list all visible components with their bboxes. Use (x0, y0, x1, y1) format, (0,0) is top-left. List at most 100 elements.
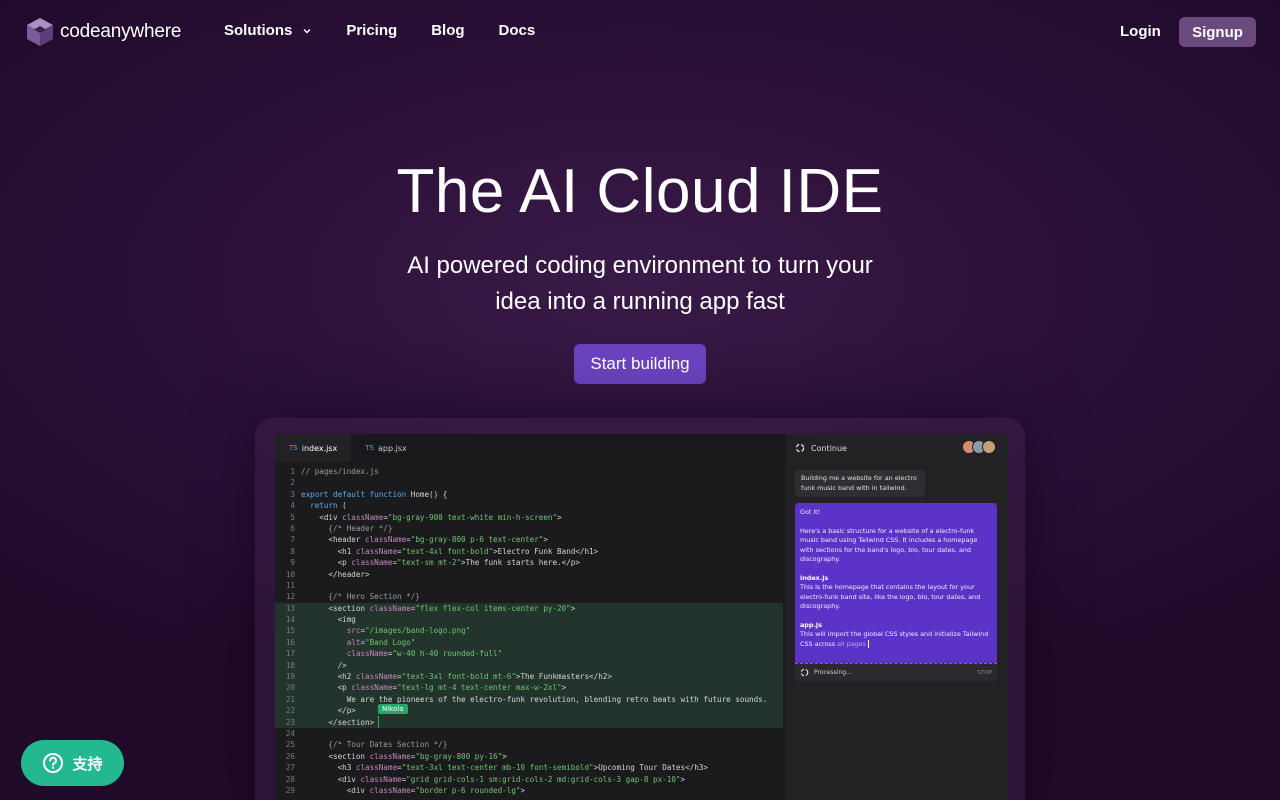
code-area[interactable]: 1 // pages/index.js 2 3 export default funct… (275, 462, 785, 796)
chevron-down-icon (303, 28, 311, 33)
file-name: index.js (800, 573, 829, 582)
line-number: 26 (285, 751, 295, 761)
code-text: src="/images/band-logo.png" (346, 626, 471, 636)
line-number: 14 (285, 615, 295, 625)
spinner-icon (800, 668, 809, 677)
code-line: 23 </section> (275, 716, 783, 728)
code-line: 22 </p> (275, 705, 783, 717)
file-description: This will import the global CSS styles a… (800, 630, 989, 648)
code-text: <h3 className="text-3xl text-center mb-1… (301, 763, 708, 773)
help-icon (43, 753, 64, 773)
code-line: 10 </header> (275, 569, 785, 580)
line-number: 12 (285, 592, 295, 602)
line-number: 11 (285, 580, 295, 590)
code-line: 26 <section className="bg-gray-800 py-16… (275, 751, 785, 762)
line-number: 3 (290, 489, 295, 499)
code-line: 6 {/* Header */} (275, 523, 785, 534)
code-text: export default function Home() { (301, 489, 448, 499)
code-editor: TS index.jsx TS app.jsx 1 // pages/index.… (275, 434, 785, 800)
code-line: 28 <div className="grid grid-cols-1 sm:g… (275, 774, 785, 785)
line-number: 9 (290, 558, 295, 568)
line-number: 10 (285, 569, 295, 579)
line-number: 29 (285, 785, 295, 795)
code-line: 1 // pages/index.js (275, 466, 785, 477)
code-line: 29 <div className="border p-6 rounded-lg… (275, 785, 785, 796)
collaborator-cursor-label: Nikola (378, 704, 408, 714)
line-number: 1 (290, 467, 295, 476)
code-text: We are the pioneers of the electro-funk … (301, 694, 768, 704)
code-line: 8 <h1 className="text-4xl font-bold">Ele… (275, 546, 785, 557)
code-text: <p className="text-sm mt-2">The funk sta… (301, 558, 580, 568)
line-number: 23 (285, 717, 295, 727)
code-line: 12 {/* Hero Section */} (275, 591, 785, 602)
code-text: <section className="flex flex-col items-… (301, 603, 576, 613)
code-text: {/* Hero Section */} (301, 592, 420, 602)
code-line: 20 <p className="text-lg mt-4 text-cente… (275, 682, 783, 694)
typescript-icon: TS (289, 444, 298, 452)
typescript-icon: TS (365, 444, 375, 452)
file-description: This is the homepage that contains the l… (800, 583, 981, 610)
avatar (982, 440, 996, 454)
line-number: 20 (285, 683, 295, 693)
login-link[interactable]: Login (1120, 23, 1161, 40)
hero-title: The AI Cloud IDE (396, 157, 884, 226)
start-building-button[interactable]: Start building (574, 344, 706, 384)
ai-response-card: Got it! Here's a basic structure for a w… (795, 503, 997, 681)
code-text: <div className="bg-gray-900 text-white m… (301, 512, 562, 522)
ai-status-bar: Processing... STOP (795, 663, 997, 681)
line-number: 8 (290, 546, 295, 556)
code-text: </p> (301, 706, 356, 716)
code-text: <section className="bg-gray-800 py-16"> (301, 751, 507, 761)
logo[interactable]: codeanywhere (24, 16, 181, 48)
line-number: 27 (285, 763, 295, 773)
top-nav: codeanywhere Solutions Pricing Blog Docs… (0, 0, 1280, 64)
code-line: 2 (275, 477, 785, 488)
support-button[interactable]: 支持 (21, 740, 124, 786)
line-number: 17 (285, 649, 295, 659)
code-line: 25 {/* Tour Dates Section */} (275, 739, 785, 750)
hero-subtitle: AI powered coding environment to turn yo… (0, 248, 1280, 320)
nav-solutions[interactable]: Solutions (224, 22, 312, 39)
code-line: 15 src="/images/band-logo.png" (275, 625, 783, 637)
line-number: 7 (290, 535, 295, 545)
code-line: 14 <img (275, 614, 783, 626)
code-line: 16 alt="Band Logo" (275, 636, 783, 649)
status-text: Processing... (814, 669, 852, 676)
ai-file-index: index.js This is the homepage that conta… (800, 574, 992, 612)
user-message: Building me a website for an electro fun… (795, 470, 925, 497)
line-number: 5 (290, 512, 295, 522)
code-text: {/* Header */} (301, 523, 393, 533)
line-number: 13 (285, 603, 295, 613)
signup-button[interactable]: Signup (1179, 17, 1256, 47)
ai-intro: Got it! (800, 508, 821, 516)
code-line: 24 (275, 728, 785, 739)
line-number: 2 (290, 478, 295, 488)
line-number: 16 (285, 637, 295, 647)
code-line: 11 (275, 580, 785, 591)
editor-tabs: TS index.jsx TS app.jsx (275, 434, 785, 462)
code-line: 3 export default function Home() { (275, 489, 785, 500)
tab-app-jsx[interactable]: TS app.jsx (351, 434, 420, 462)
nav-pricing[interactable]: Pricing (346, 22, 397, 39)
collaborator-cursor (378, 716, 379, 728)
code-line: 17 className="w-40 h-40 rounded-full" (275, 648, 783, 660)
code-text: </header> (301, 569, 370, 579)
line-number: 19 (285, 672, 295, 682)
code-line: 7 <header className="bg-gray-800 p-6 tex… (275, 534, 785, 545)
stop-button[interactable]: STOP (977, 670, 992, 676)
nav-docs[interactable]: Docs (499, 22, 536, 39)
code-line: 19 <h2 className="text-3xl font-bold mt-… (275, 671, 783, 683)
nav-links: Solutions Pricing Blog Docs (224, 22, 569, 39)
nav-blog[interactable]: Blog (431, 22, 464, 39)
ai-file-app: app.js This will import the global CSS s… (800, 621, 992, 650)
code-line: 13 <section className="flex flex-col ite… (275, 602, 783, 615)
tab-index-jsx[interactable]: TS index.jsx (275, 434, 352, 462)
line-number: 4 (290, 501, 295, 511)
code-line: 5 <div className="bg-gray-900 text-white… (275, 512, 785, 523)
ai-chat-panel: Continue Building me a website for an el… (787, 434, 1008, 800)
chat-header-label: Continue (811, 443, 847, 453)
code-text: <img (301, 615, 356, 625)
file-name: app.js (800, 620, 822, 629)
line-number: 25 (285, 740, 295, 750)
code-line: 9 <p className="text-sm mt-2">The funk s… (275, 557, 785, 568)
